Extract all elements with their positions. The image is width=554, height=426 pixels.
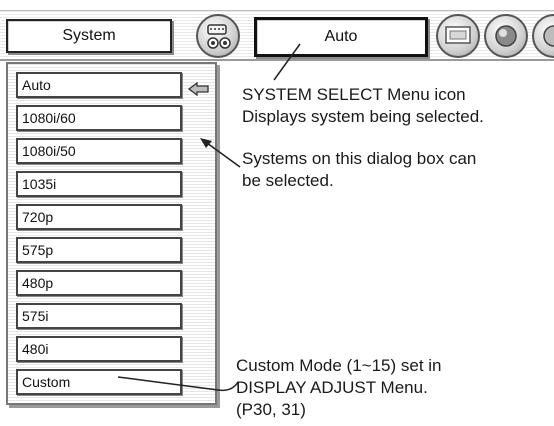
dialog-leader-arrowhead (200, 138, 212, 148)
annotation-custom-line3: (P30, 31) (236, 400, 306, 419)
annotation-custom-line1: Custom Mode (1~15) set in (236, 356, 442, 375)
annotation-custom-line2: DISPLAY ADJUST Menu. (236, 378, 428, 397)
annotation-menu-icon-desc: Displays system being selected. (242, 107, 484, 126)
menu-icon-leader-line (273, 43, 301, 81)
annotation-menu-icon-title: SYSTEM SELECT Menu icon (242, 85, 466, 104)
annotation-dialog-line1: Systems on this dialog box can (242, 149, 477, 168)
annotation-dialog-line2: be selected. (242, 171, 334, 190)
custom-leader-line (117, 376, 239, 392)
dialog-leader-line (206, 142, 241, 168)
